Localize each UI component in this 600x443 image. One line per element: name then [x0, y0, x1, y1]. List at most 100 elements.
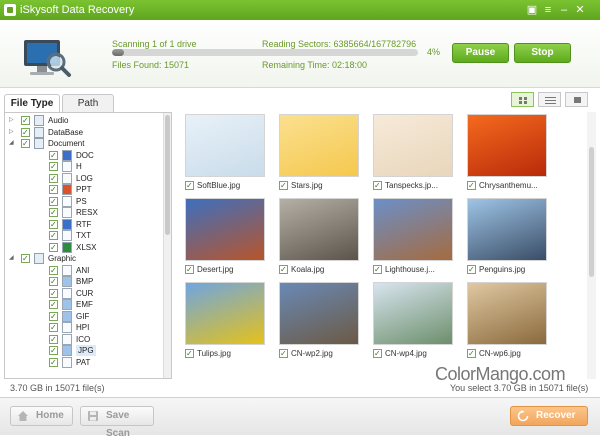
thumbnail-checkbox[interactable] [279, 264, 288, 275]
tree-item-checkbox[interactable] [49, 357, 58, 368]
thumbnail-filename: Stars.jpg [291, 181, 323, 190]
tree-item-checkbox[interactable] [21, 115, 30, 126]
home-button[interactable]: Home [10, 406, 73, 426]
image-file-icon [62, 345, 72, 356]
thumbnail-checkbox[interactable] [467, 264, 476, 275]
thumbnail-item[interactable]: Chrysanthemu... [467, 114, 547, 191]
tree-item-checkbox[interactable] [49, 219, 58, 230]
thumbnail-checkbox[interactable] [373, 264, 382, 275]
thumbnail-image[interactable] [467, 114, 547, 177]
file-icon [62, 161, 72, 172]
scan-progress-bar [112, 49, 418, 56]
thumbnail-image[interactable] [185, 282, 265, 345]
tree-item-checkbox[interactable] [49, 288, 58, 299]
app-logo-icon [4, 4, 16, 16]
expand-arrow-icon[interactable]: ▷ [9, 115, 17, 126]
thumbnail-item[interactable]: Stars.jpg [279, 114, 359, 191]
tree-item-label: PPT [76, 185, 92, 194]
expand-arrow-icon[interactable]: ▷ [9, 127, 17, 138]
thumbnail-checkbox[interactable] [467, 348, 476, 359]
tree-item-checkbox[interactable] [49, 184, 58, 195]
thumbnail-image[interactable] [467, 282, 547, 345]
thumbnail-checkbox[interactable] [185, 264, 194, 275]
view-mode-buttons [511, 92, 588, 107]
thumbnail-image[interactable] [467, 198, 547, 261]
thumbnail-checkbox[interactable] [279, 180, 288, 191]
xls-file-icon [62, 241, 72, 253]
thumbnail-item[interactable]: CN-wp4.jpg [373, 282, 453, 359]
tree-item-checkbox[interactable] [49, 311, 58, 322]
thumbnail-view-button[interactable] [511, 92, 534, 107]
tree-item-label: H [76, 162, 82, 171]
image-file-icon [62, 299, 72, 310]
recover-icon [517, 410, 529, 422]
list-view-button[interactable] [538, 92, 561, 107]
tree-item-checkbox[interactable] [49, 173, 58, 184]
tree-scrollbar[interactable] [163, 113, 171, 378]
tree-item-checkbox[interactable] [49, 265, 58, 276]
thumbnail-image[interactable] [185, 114, 265, 177]
thumbnail-checkbox[interactable] [185, 180, 194, 191]
thumbnail-checkbox[interactable] [185, 348, 194, 359]
scan-panel: Scanning 1 of 1 drive Reading Sectors: 6… [0, 20, 600, 88]
detail-view-button[interactable] [565, 92, 588, 107]
thumbnail-image[interactable] [373, 282, 453, 345]
tree-item-checkbox[interactable] [49, 207, 58, 218]
minimize-button[interactable]: – [556, 2, 572, 18]
tab-file-type[interactable]: File Type [4, 94, 60, 112]
thumbnail-item[interactable]: Tanspecks.jp... [373, 114, 453, 191]
tree-item-checkbox[interactable] [49, 230, 58, 241]
folder-icon [34, 115, 44, 126]
thumbnail-item[interactable]: CN-wp2.jpg [279, 282, 359, 359]
tree-item-checkbox[interactable] [21, 127, 30, 138]
tree-item-checkbox[interactable] [49, 150, 58, 161]
tree-item-checkbox[interactable] [49, 322, 58, 333]
chat-icon[interactable]: ▣ [524, 2, 540, 18]
thumbnail-checkbox[interactable] [373, 348, 382, 359]
tree-item-label: Document [48, 139, 85, 148]
thumbnail-image[interactable] [279, 114, 359, 177]
thumbnail-checkbox[interactable] [279, 348, 288, 359]
thumbnail-item[interactable]: Tulips.jpg [185, 282, 265, 359]
thumbnail-item[interactable]: SoftBlue.jpg [185, 114, 265, 191]
thumbnail-filename: Tulips.jpg [197, 349, 231, 358]
thumbnail-item[interactable]: Koala.jpg [279, 198, 359, 275]
menu-icon[interactable]: ≡ [540, 2, 556, 18]
thumbnail-image[interactable] [279, 198, 359, 261]
save-icon [88, 411, 98, 421]
thumbnail-item[interactable]: CN-wp6.jpg [467, 282, 547, 359]
thumbnail-item[interactable]: Desert.jpg [185, 198, 265, 275]
tree-item-checkbox[interactable] [49, 196, 58, 207]
tree-item-checkbox[interactable] [49, 242, 58, 253]
thumbnail-checkbox[interactable] [373, 180, 382, 191]
tree-item-checkbox[interactable] [21, 138, 30, 149]
collapse-arrow-icon[interactable]: ◢ [9, 253, 17, 264]
thumbnail-filename: SoftBlue.jpg [197, 181, 241, 190]
tree-item-checkbox[interactable] [49, 345, 58, 356]
progress-percent: 4% [427, 47, 441, 57]
grid-scrollbar[interactable] [587, 112, 596, 379]
thumbnail-item[interactable]: Penguins.jpg [467, 198, 547, 275]
reading-sectors: Reading Sectors: 6385664/167782796 [262, 39, 417, 49]
thumbnail-grid: SoftBlue.jpg Stars.jpg Tanspecks.jp... Chry… [178, 112, 596, 379]
tab-path[interactable]: Path [62, 94, 114, 112]
thumbnail-image[interactable] [279, 282, 359, 345]
thumbnail-image[interactable] [185, 198, 265, 261]
thumbnail-item[interactable]: Lighthouse.j... [373, 198, 453, 275]
recover-button[interactable]: Recover [510, 406, 588, 426]
save-scan-button[interactable]: Save Scan [80, 406, 154, 439]
thumbnail-image[interactable] [373, 198, 453, 261]
collapse-arrow-icon[interactable]: ◢ [9, 138, 17, 149]
thumbnail-filename: Penguins.jpg [479, 265, 526, 274]
close-button[interactable]: ✕ [572, 2, 588, 18]
tree-item-checkbox[interactable] [49, 276, 58, 287]
tree-item-checkbox[interactable] [49, 161, 58, 172]
tree-item-checkbox[interactable] [49, 299, 58, 310]
stop-button[interactable]: Stop [514, 43, 571, 63]
tree-item-checkbox[interactable] [21, 253, 30, 264]
thumbnail-checkbox[interactable] [467, 180, 476, 191]
thumbnail-image[interactable] [373, 114, 453, 177]
pause-button[interactable]: Pause [452, 43, 509, 63]
thumbnail-filename: Desert.jpg [197, 265, 234, 274]
tree-item-checkbox[interactable] [49, 334, 58, 345]
